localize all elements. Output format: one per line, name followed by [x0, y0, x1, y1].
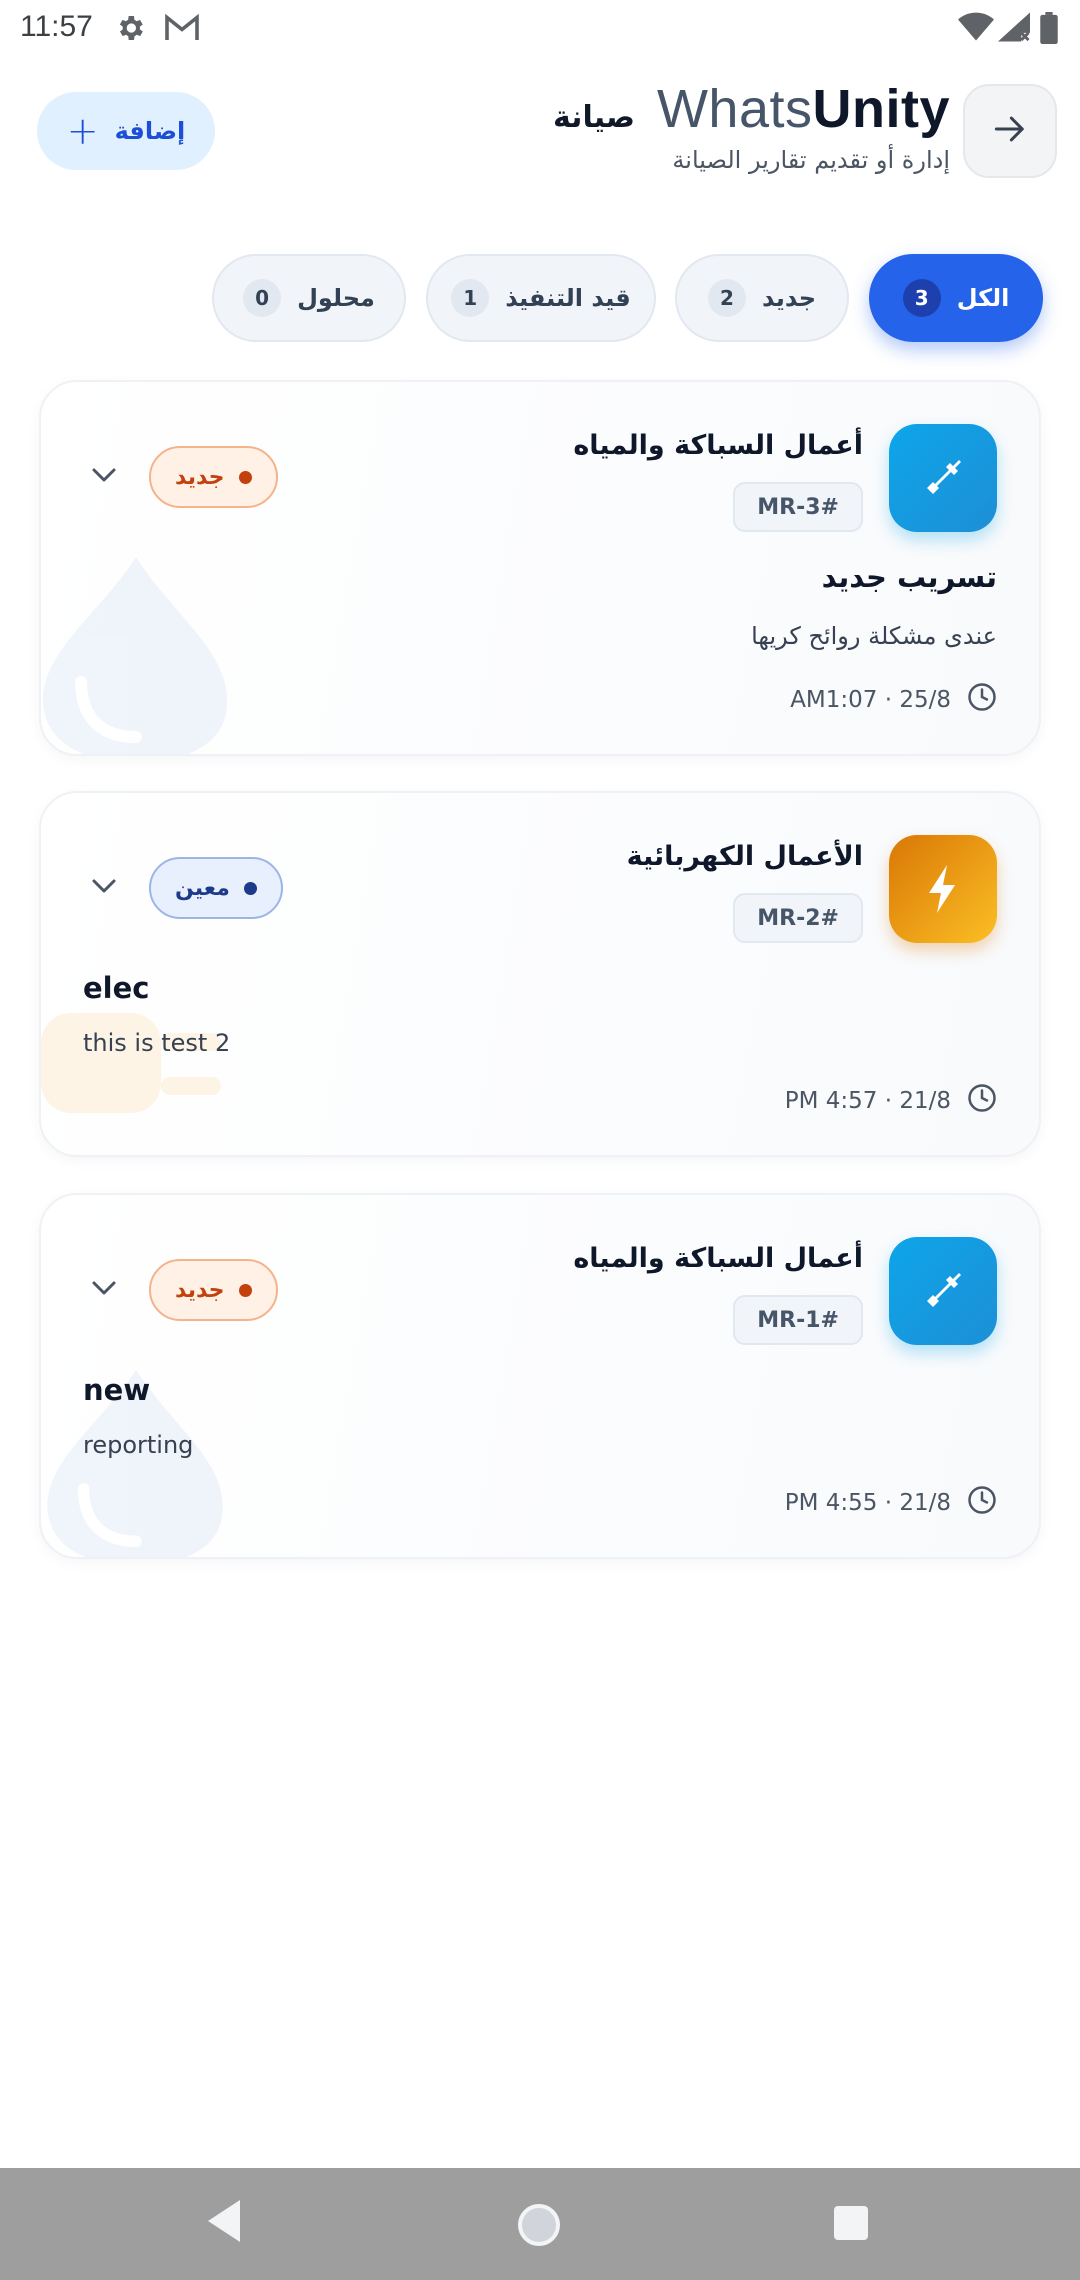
report-card[interactable]: أعمال السباكة والمياه MR-1# جديد new rep… — [39, 1193, 1041, 1559]
report-ref-badge: MR-1# — [733, 1295, 863, 1345]
nav-recents-icon[interactable] — [832, 2204, 870, 2246]
add-button-label: إضافة — [114, 117, 186, 145]
plumbing-wrench-icon — [889, 424, 997, 532]
status-badge: جديد — [149, 1259, 278, 1321]
report-category: الأعمال الكهربائية — [626, 841, 863, 872]
report-title: تسريب جديد — [821, 560, 997, 594]
signal-icon — [998, 12, 1030, 46]
water-drop-watermark-icon — [41, 552, 231, 754]
tab-label: محلول — [297, 284, 375, 312]
report-ref-badge: MR-2# — [733, 893, 863, 943]
plumbing-wrench-icon — [889, 1237, 997, 1345]
battery-icon — [1040, 12, 1058, 48]
tab-count: 0 — [243, 279, 282, 317]
report-timestamp: PM 4:57 · 21/8 — [785, 1083, 997, 1119]
report-card[interactable]: أعمال السباكة والمياه MR-3# جديد تسريب ج… — [39, 380, 1041, 756]
report-description: this is test 2 — [83, 1029, 231, 1057]
status-badge: معين — [149, 857, 283, 919]
tab-new[interactable]: جديد 2 — [675, 254, 849, 342]
settings-gear-icon — [114, 12, 146, 48]
report-description: reporting — [83, 1431, 194, 1459]
timestamp-text: AM1:07 · 25/8 — [790, 687, 951, 713]
arrow-right-icon — [993, 114, 1027, 148]
tab-count: 1 — [451, 279, 490, 317]
status-badge: جديد — [149, 446, 278, 508]
plus-icon: + — [66, 109, 99, 153]
tab-label: قيد التنفيذ — [505, 284, 631, 312]
report-card[interactable]: الأعمال الكهربائية MR-2# معين elec this … — [39, 791, 1041, 1157]
page-subtitle: إدارة أو تقديم تقارير الصيانة — [672, 146, 950, 174]
tab-all[interactable]: الكل 3 — [869, 254, 1043, 342]
timestamp-text: PM 4:57 · 21/8 — [784, 1088, 951, 1114]
system-nav-bar — [0, 2168, 1080, 2280]
tab-in-progress[interactable]: قيد التنفيذ 1 — [426, 254, 656, 342]
nav-home-icon[interactable] — [516, 2202, 562, 2252]
status-bar: 11:57 — [0, 0, 1080, 56]
report-category: أعمال السباكة والمياه — [573, 430, 863, 461]
report-timestamp: AM1:07 · 25/8 — [790, 682, 997, 718]
status-label: جديد — [175, 1277, 225, 1303]
nav-back-icon[interactable] — [204, 2196, 244, 2250]
chevron-down-icon[interactable] — [91, 877, 117, 899]
report-title: elec — [83, 971, 150, 1005]
tab-label: الكل — [956, 284, 1010, 312]
report-title: new — [83, 1373, 151, 1407]
brand-arabic-label: صيانة — [552, 100, 635, 135]
timestamp-text: PM 4:55 · 21/8 — [784, 1490, 951, 1516]
brand-unity: Unity — [812, 79, 950, 139]
tab-count: 2 — [707, 279, 746, 317]
clock-icon — [967, 682, 997, 718]
status-dot — [238, 470, 252, 484]
app-brand: صيانة WhatsUnity — [553, 78, 950, 140]
brand-wordmark: WhatsUnity — [657, 78, 950, 140]
chevron-down-icon[interactable] — [91, 1279, 117, 1301]
lightning-bolt-icon — [889, 835, 997, 943]
tab-count: 3 — [902, 279, 941, 317]
tab-resolved[interactable]: محلول 0 — [212, 254, 406, 342]
report-category: أعمال السباكة والمياه — [573, 1243, 863, 1274]
brand-whats: Whats — [656, 79, 813, 139]
clock-icon — [967, 1083, 997, 1119]
gmail-icon — [164, 12, 200, 48]
wifi-icon — [958, 12, 994, 46]
status-dot — [243, 881, 257, 895]
back-button[interactable] — [963, 84, 1057, 178]
report-ref-badge: MR-3# — [733, 482, 863, 532]
report-description: عندى مشكلة روائح كريها — [751, 622, 997, 650]
chevron-down-icon[interactable] — [91, 466, 117, 488]
status-dot — [238, 1283, 252, 1297]
add-report-button[interactable]: إضافة + — [37, 92, 215, 170]
status-time: 11:57 — [20, 10, 93, 43]
status-label: جديد — [175, 464, 225, 490]
status-label: معين — [175, 875, 230, 901]
report-timestamp: PM 4:55 · 21/8 — [785, 1485, 997, 1521]
tab-label: جديد — [761, 284, 817, 312]
clock-icon — [967, 1485, 997, 1521]
filter-tabs: الكل 3 جديد 2 قيد التنفيذ 1 محلول 0 — [0, 254, 1080, 342]
